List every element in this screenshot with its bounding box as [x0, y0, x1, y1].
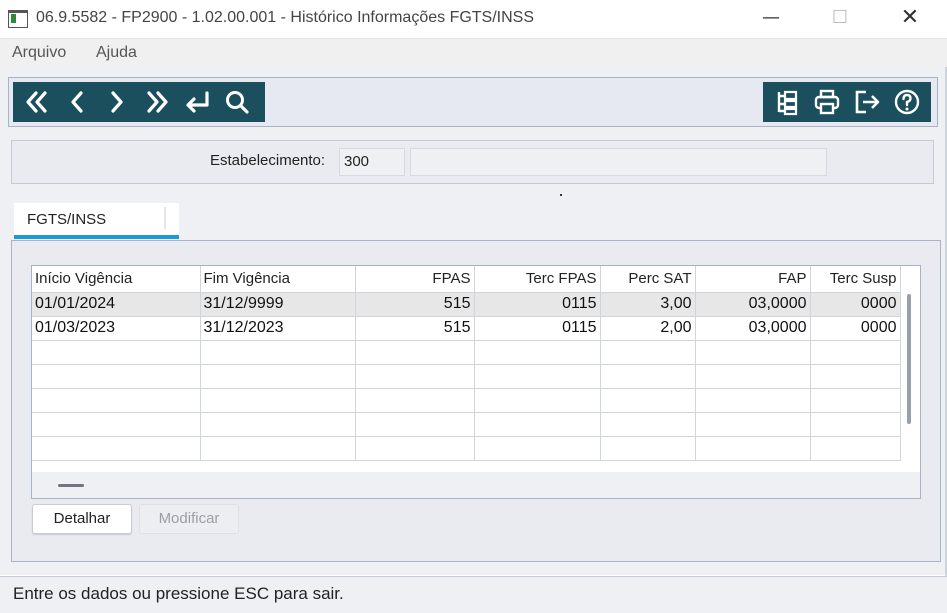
goto-button[interactable]	[177, 84, 217, 120]
table-header-row: Início Vigência Fim Vigência FPAS Terc F…	[32, 266, 901, 293]
structure-icon	[777, 90, 798, 116]
search-icon	[226, 91, 249, 114]
tab-panel: Início Vigência Fim Vigência FPAS Terc F…	[11, 240, 941, 562]
action-toolbar	[763, 82, 931, 122]
column-header-fim-vigencia[interactable]: Fim Vigência	[200, 266, 356, 293]
first-icon	[26, 91, 47, 113]
tab-separator	[164, 207, 166, 229]
column-header-terc-fpas[interactable]: Terc FPAS	[474, 266, 601, 293]
navigation-toolbar	[13, 82, 265, 122]
establishment-label: Estabelecimento:	[210, 152, 326, 169]
history-table: Início Vigência Fim Vigência FPAS Terc F…	[32, 266, 901, 461]
last-record-button[interactable]	[137, 84, 177, 120]
establishment-panel: Estabelecimento: 300	[11, 140, 934, 184]
next-record-button[interactable]	[97, 84, 137, 120]
column-header-perc-sat[interactable]: Perc SAT	[600, 266, 696, 293]
search-button[interactable]	[217, 84, 257, 120]
help-icon	[894, 89, 920, 115]
cell-inicio-vigencia: 01/03/2023	[32, 316, 201, 341]
status-message: Entre os dados ou pressione ESC para sai…	[13, 584, 344, 603]
menu-arquivo[interactable]: Arquivo	[12, 44, 66, 62]
cell-fap: 03,0000	[695, 316, 811, 341]
window-title: 06.9.5582 - FP2900 - 1.02.00.001 - Histó…	[36, 9, 535, 26]
last-icon	[147, 91, 168, 113]
cell-terc-fpas: 0115	[474, 292, 601, 317]
print-button[interactable]	[807, 84, 847, 120]
cell-perc-sat: 2,00	[600, 316, 696, 341]
cell-terc-fpas: 0115	[474, 316, 601, 341]
cell-fpas: 515	[355, 292, 475, 317]
previous-icon	[71, 91, 83, 113]
empty-row[interactable]	[32, 412, 901, 437]
empty-row[interactable]	[32, 436, 901, 461]
cell-fim-vigencia: 31/12/9999	[200, 292, 356, 317]
menu-ajuda[interactable]: Ajuda	[96, 44, 137, 62]
tab-fgts-inss[interactable]: FGTS/INSS	[14, 203, 179, 239]
structure-button[interactable]	[767, 84, 807, 120]
form-content: Estabelecimento: 300 FGTS/INSS Início Vi…	[0, 67, 947, 575]
column-header-terc-susp[interactable]: Terc Susp	[810, 266, 901, 293]
minimize-button[interactable]: —	[748, 0, 794, 38]
empty-row[interactable]	[32, 364, 901, 389]
close-button[interactable]: ✕	[887, 0, 933, 38]
column-header-fpas[interactable]: FPAS	[355, 266, 475, 293]
empty-row[interactable]	[32, 388, 901, 413]
print-icon	[814, 89, 840, 115]
table-row[interactable]: 01/03/2023 31/12/2023 515 0115 2,00 03,0…	[32, 316, 901, 341]
maximize-button[interactable]: ☐	[817, 0, 863, 38]
cell-inicio-vigencia: 01/01/2024	[32, 292, 201, 317]
cell-terc-susp: 0000	[810, 316, 901, 341]
table-row[interactable]: 01/01/2024 31/12/9999 515 0115 3,00 03,0…	[32, 292, 901, 317]
stray-dot	[560, 194, 562, 196]
establishment-description-field	[410, 148, 827, 176]
history-grid[interactable]: Início Vigência Fim Vigência FPAS Terc F…	[31, 265, 921, 499]
column-header-fap[interactable]: FAP	[695, 266, 811, 293]
previous-record-button[interactable]	[57, 84, 97, 120]
exit-icon	[855, 90, 880, 114]
first-record-button[interactable]	[17, 84, 57, 120]
tab-active-indicator	[14, 235, 179, 239]
horizontal-scrollbar[interactable]	[58, 484, 84, 487]
cell-perc-sat: 3,00	[600, 292, 696, 317]
menu-bar: Arquivo Ajuda	[0, 39, 947, 67]
detail-button[interactable]: Detalhar	[32, 504, 132, 534]
status-bar: Entre os dados ou pressione ESC para sai…	[0, 576, 947, 613]
cell-terc-susp: 0000	[810, 292, 901, 317]
help-button[interactable]	[887, 84, 927, 120]
horizontal-scroll-area	[32, 472, 920, 498]
title-bar: 06.9.5582 - FP2900 - 1.02.00.001 - Histó…	[0, 0, 947, 39]
goto-icon	[186, 91, 209, 113]
cell-fim-vigencia: 31/12/2023	[200, 316, 356, 341]
exit-button[interactable]	[847, 84, 887, 120]
toolbar	[8, 77, 938, 127]
next-icon	[111, 91, 123, 113]
column-header-inicio-vigencia[interactable]: Início Vigência	[32, 266, 201, 293]
cell-fap: 03,0000	[695, 292, 811, 317]
establishment-code-field[interactable]: 300	[339, 148, 405, 176]
empty-row[interactable]	[32, 340, 901, 365]
tab-label: FGTS/INSS	[27, 211, 107, 228]
modify-button[interactable]: Modificar	[139, 504, 239, 534]
app-icon	[8, 10, 28, 28]
vertical-scrollbar[interactable]	[907, 294, 911, 424]
cell-fpas: 515	[355, 316, 475, 341]
